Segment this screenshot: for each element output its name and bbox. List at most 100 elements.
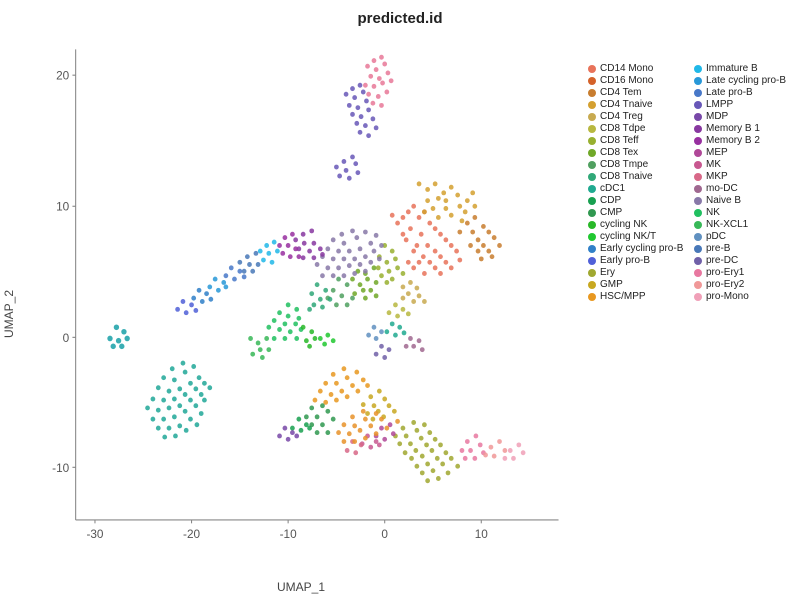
cluster-memory-b2 [277, 232, 301, 259]
legend-label: CD4 Tnaive [600, 99, 653, 110]
legend-item: CD8 Teff [588, 135, 690, 146]
legend-dot [694, 77, 702, 85]
legend-label: Early pro-B [600, 255, 650, 266]
legend-dot [588, 173, 596, 181]
legend-label: pDC [706, 231, 726, 242]
cluster-mdp [277, 426, 299, 442]
legend-dot [588, 77, 596, 85]
legend-item: HSC/MPP [588, 291, 690, 302]
svg-text:0: 0 [63, 331, 70, 345]
legend-label: pro-Ery1 [706, 267, 744, 278]
cluster-cd8-teff [376, 243, 405, 285]
legend-dot [588, 125, 596, 133]
legend-item: CMP [588, 207, 690, 218]
cluster-teal-small [107, 324, 130, 349]
legend-dot [694, 209, 702, 217]
cluster-teal-large [145, 361, 212, 440]
legend-item: pro-Ery1 [694, 267, 796, 278]
legend-item: Naive B [694, 195, 796, 206]
legend-label: CD4 Tem [600, 87, 642, 98]
main-container: predicted.id UMAP_2 20 10 [0, 0, 800, 600]
legend-label: CMP [600, 207, 622, 218]
legend-item: CD16 Mono [588, 75, 690, 86]
legend-item: Late cycling pro-B [694, 75, 796, 86]
legend-dot [588, 65, 596, 73]
legend-label: CD8 Teff [600, 135, 639, 146]
legend-label: Memory B 1 [706, 123, 760, 134]
legend-label: cycling NK [600, 219, 647, 230]
cluster-pre-dc [374, 344, 392, 360]
legend-label: pre-DC [706, 255, 738, 266]
legend-dot [694, 197, 702, 205]
svg-text:10: 10 [56, 200, 69, 214]
legend-item: Memory B 1 [694, 123, 796, 134]
legend-dot [694, 65, 702, 73]
legend-item: MK [694, 159, 796, 170]
legend-item: CD4 Tem [588, 87, 690, 98]
legend-label: cycling NK/T [600, 231, 656, 242]
legend-dot [588, 221, 596, 229]
legend-dot [588, 101, 596, 109]
legend-item: MKP [694, 171, 796, 182]
legend-item: cycling NK/T [588, 231, 690, 242]
legend-item: pro-Ery2 [694, 279, 796, 290]
legend-dot [694, 281, 702, 289]
legend-label: CD14 Mono [600, 63, 653, 74]
legend-label: CD8 Tmpe [600, 159, 648, 170]
chart-area: UMAP_2 20 10 0 [0, 27, 800, 600]
legend-dot [694, 257, 702, 265]
legend-dot [694, 125, 702, 133]
legend-dot [694, 293, 702, 301]
legend-label: Late cycling pro-B [706, 75, 786, 86]
legend-label: Immature B [706, 63, 758, 74]
legend-item: Early pro-B [588, 255, 690, 266]
cluster-cd8-tmpe [325, 277, 354, 308]
legend-label: pro-Mono [706, 291, 749, 302]
legend-label: HSC/MPP [600, 291, 646, 302]
cluster-lmpp [334, 83, 378, 181]
legend-dot [588, 209, 596, 217]
legend-item: CD14 Mono [588, 63, 690, 74]
cluster-ery [393, 420, 460, 483]
legend-dot [694, 185, 702, 193]
legend-item: pre-DC [694, 255, 796, 266]
legend-dot [588, 137, 596, 145]
legend-dot [694, 113, 702, 121]
legend-label: CDP [600, 195, 621, 206]
cluster-nk-xcl1 [248, 336, 271, 360]
legend-item: pro-Mono [694, 291, 796, 302]
x-axis-label: UMAP_1 [22, 576, 580, 600]
legend-item: LMPP [694, 99, 796, 110]
legend-dot [588, 245, 596, 253]
legend-dot [588, 269, 596, 277]
legend-label: MEP [706, 147, 728, 158]
legend-label: Late pro-B [706, 87, 753, 98]
legend-label: Early cycling pro-B [600, 243, 683, 254]
legend-item: MEP [694, 147, 796, 158]
legend-item: Late pro-B [694, 87, 796, 98]
legend-label: pro-Ery2 [706, 279, 744, 290]
cluster-cd4-tem [457, 215, 501, 261]
legend-item: Immature B [694, 63, 796, 74]
svg-text:10: 10 [475, 527, 488, 541]
legend-item: Memory B 2 [694, 135, 796, 146]
legend-dot [694, 101, 702, 109]
svg-text:-20: -20 [183, 527, 200, 541]
legend-item: GMP [588, 279, 690, 290]
cluster-pdc [366, 325, 384, 341]
legend-label: NK [706, 207, 720, 218]
legend-item: Ery [588, 267, 690, 278]
legend-label: pre-B [706, 243, 730, 254]
legend-label: CD16 Mono [600, 75, 653, 86]
legend-item: mo-DC [694, 183, 796, 194]
legend-item: cDC1 [588, 183, 690, 194]
legend-item: CDP [588, 195, 690, 206]
legend-item: CD8 Tnaive [588, 171, 690, 182]
scatter-plot: 20 10 0 -10 -30 [22, 27, 580, 576]
legend-item: cycling NK [588, 219, 690, 230]
legend-dot [694, 269, 702, 277]
cluster-pro-ery2 [483, 439, 507, 458]
legend-label: Ery [600, 267, 615, 278]
cluster-cycling-nk [301, 325, 318, 349]
legend-label: NK-XCL1 [706, 219, 748, 230]
